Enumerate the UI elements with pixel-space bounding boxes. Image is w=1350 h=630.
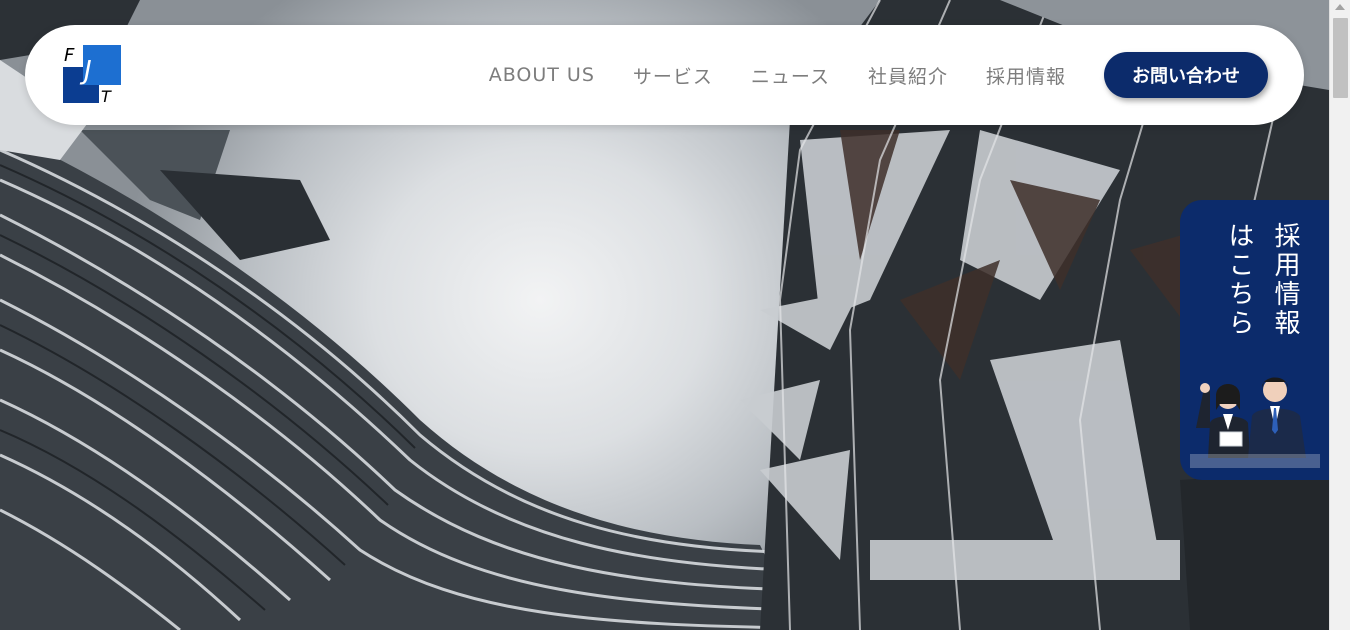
nav-staff[interactable]: 社員紹介 [868, 62, 948, 89]
nav-about-us[interactable]: ABOUT US [489, 64, 595, 86]
logo-letter-t: T [101, 87, 112, 103]
recruit-staff-illustration [1190, 368, 1320, 468]
contact-button[interactable]: お問い合わせ [1104, 52, 1268, 98]
logo-letter-f: F [64, 45, 75, 66]
vertical-scrollbar[interactable] [1329, 0, 1350, 630]
nav-recruit[interactable]: 採用情報 [986, 62, 1066, 89]
scroll-thumb[interactable] [1333, 18, 1348, 98]
main-nav: ABOUT US サービス ニュース 社員紹介 採用情報 お問い合わせ [489, 25, 1268, 125]
nav-news[interactable]: ニュース [751, 62, 830, 89]
nav-services[interactable]: サービス [633, 62, 713, 89]
recruit-side-tab[interactable]: 採用情報はこちら [1180, 200, 1329, 480]
site-header: F J T ABOUT US サービス ニュース 社員紹介 採用情報 お問い合わ… [25, 25, 1304, 125]
recruit-tab-label: 採用情報はこちら [1224, 222, 1300, 338]
fjt-logo-icon[interactable]: F J T [63, 45, 121, 106]
scroll-up-arrow-icon[interactable] [1335, 4, 1345, 10]
